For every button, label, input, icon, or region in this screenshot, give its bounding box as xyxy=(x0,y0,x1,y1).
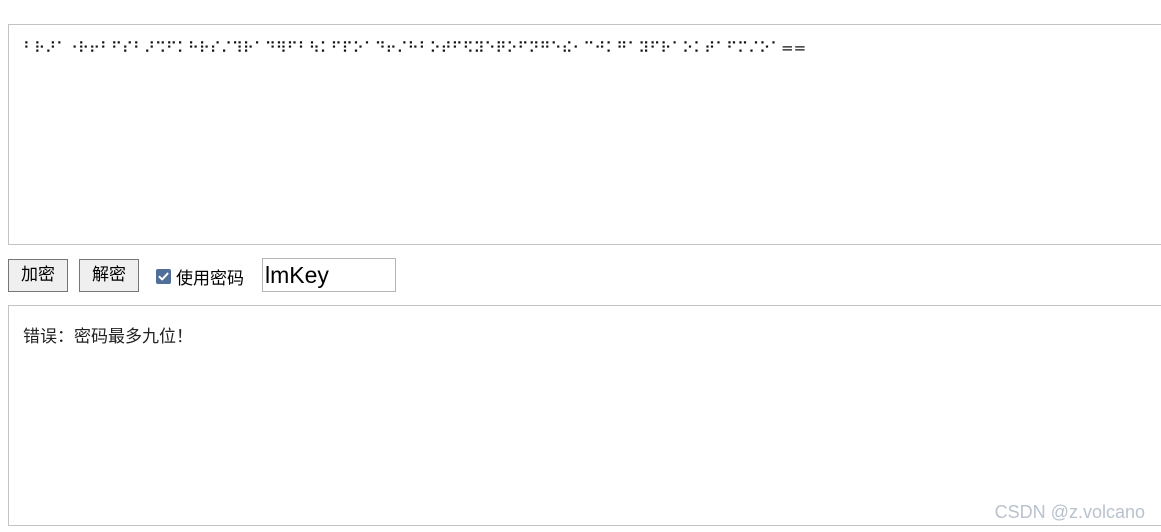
result-output[interactable]: 错误：密码最多九位！ xyxy=(8,305,1161,526)
use-password-checkbox[interactable] xyxy=(156,268,171,284)
password-field[interactable] xyxy=(262,258,396,292)
use-password-toggle[interactable]: 使用密码 xyxy=(156,262,244,290)
use-password-label: 使用密码 xyxy=(176,268,244,289)
decrypt-button[interactable]: 解密 xyxy=(79,259,139,292)
ciphertext-input[interactable]: ⠃⠗⠜⠁⠐⠗⠖⠃⠋⠎⠃⠜⠩⠋⠅⠓⠗⠎⠌⠹⠗⠁⠙⠻⠋⠃⠳⠅⠋⠏⠕⠁⠙⠖⠌⠓⠃⠕⠞⠋… xyxy=(8,24,1161,245)
checkmark-icon xyxy=(158,272,169,280)
encrypt-button[interactable]: 加密 xyxy=(8,259,68,292)
watermark-text: CSDN @z.volcano xyxy=(994,502,1145,522)
